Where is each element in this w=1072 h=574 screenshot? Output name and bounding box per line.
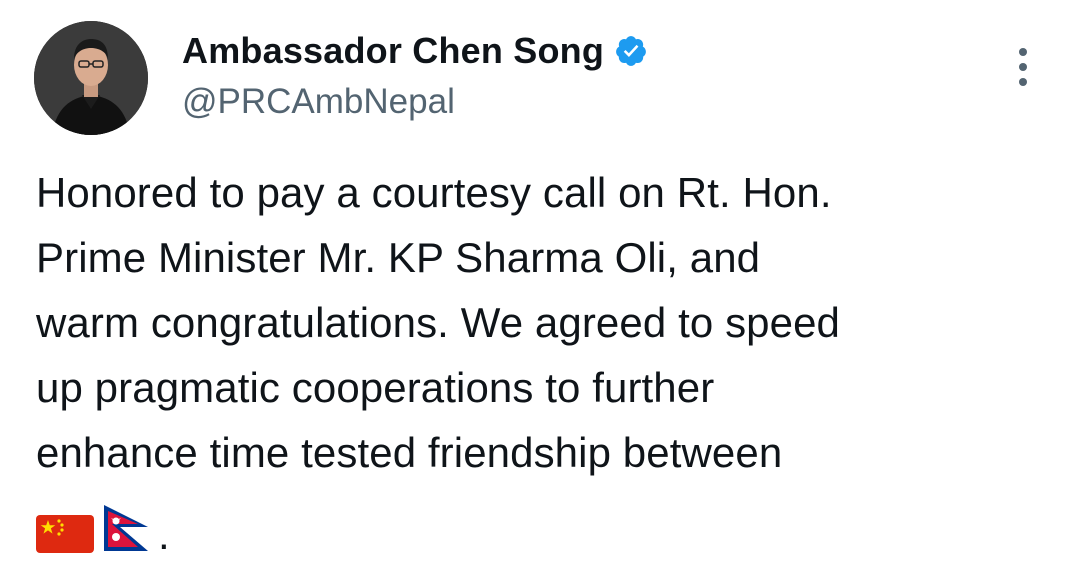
display-name[interactable]: Ambassador Chen Song: [182, 26, 604, 76]
tweet-card: Ambassador Chen Song @PRCAmbNepal Honore…: [0, 0, 1072, 574]
tweet-text: Honored to pay a courtesy call on Rt. Ho…: [36, 160, 1056, 485]
avatar-image: [34, 21, 148, 135]
verified-badge-icon[interactable]: [614, 34, 648, 68]
author-handle[interactable]: @PRCAmbNepal: [182, 78, 455, 126]
tweet-text-line: up pragmatic cooperations to further: [36, 364, 715, 411]
avatar[interactable]: [34, 21, 148, 135]
tweet-text-line: Prime Minister Mr. KP Sharma Oli, and: [36, 234, 761, 281]
more-options-icon[interactable]: [1008, 44, 1038, 90]
tweet-text-line: enhance time tested friendship between: [36, 429, 783, 476]
nepal-flag-icon: [100, 503, 154, 560]
tweet-text-line: Honored to pay a courtesy call on Rt. Ho…: [36, 169, 832, 216]
china-flag-icon: [36, 513, 96, 560]
author-name-row: Ambassador Chen Song: [182, 26, 648, 76]
tweet-text-flags-line: .: [36, 500, 170, 560]
tweet-text-trailing: .: [158, 511, 170, 558]
tweet-text-line: warm congratulations. We agreed to speed: [36, 299, 841, 346]
